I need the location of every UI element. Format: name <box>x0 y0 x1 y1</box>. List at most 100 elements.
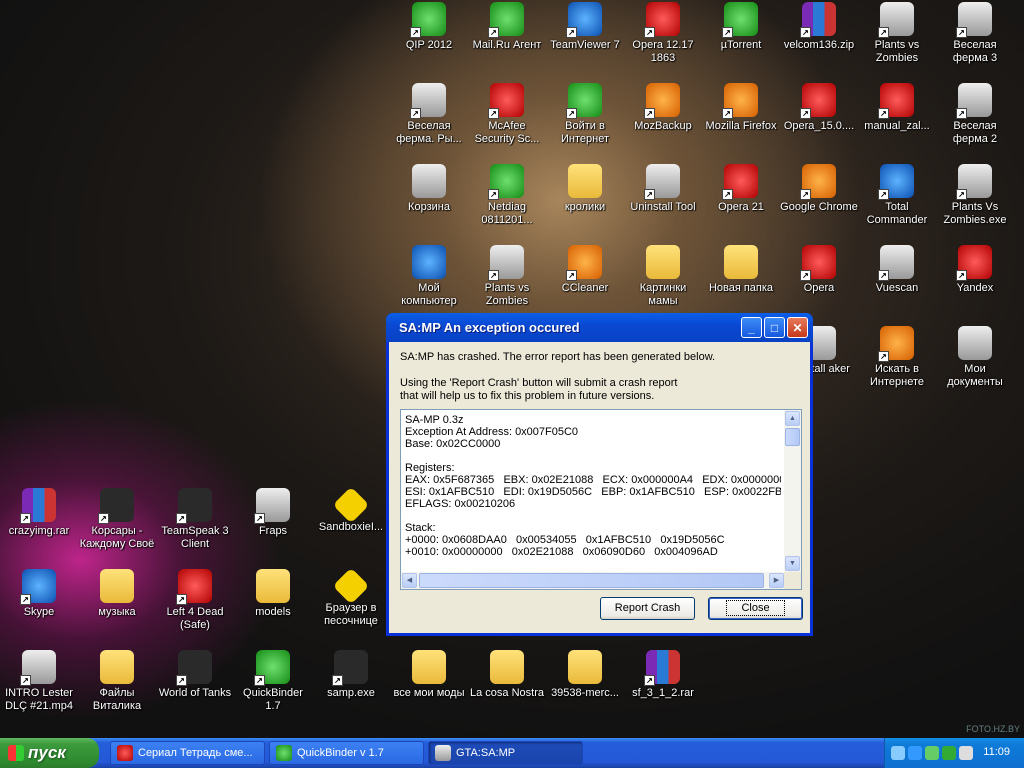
desktop-icon[interactable]: все мои моды <box>390 650 468 700</box>
desktop-icon[interactable]: ↗ manual_zal... <box>858 83 936 133</box>
dialog-titlebar[interactable]: SA:MP An exception occured _ □ ✕ <box>386 313 813 342</box>
desktop-icon[interactable]: ↗ Веселая ферма 2 <box>936 83 1014 146</box>
report-crash-button[interactable]: Report Crash <box>600 597 695 620</box>
volume-tray-icon[interactable] <box>959 746 973 760</box>
sandboxie-icon <box>332 567 370 605</box>
desktop-icon[interactable]: ↗ Веселая ферма 3 <box>936 2 1014 65</box>
vertical-scrollbar[interactable]: ▲ ▼ <box>784 410 801 572</box>
desktop-icon[interactable]: ↗ TeamSpeak 3 Client <box>156 488 234 551</box>
desktop-icon[interactable]: ↗ velcom136.zip <box>780 2 858 52</box>
desktop-icon[interactable]: ↗ CCleaner <box>546 245 624 295</box>
desktop-icon[interactable]: ↗ Google Chrome <box>780 164 858 214</box>
desktop-icon[interactable]: ↗ µTorrent <box>702 2 780 52</box>
scroll-up-icon[interactable]: ▲ <box>785 411 800 426</box>
samp-icon: ↗ <box>332 650 368 686</box>
desktop-icon[interactable]: Мой компьютер <box>390 245 468 308</box>
scroll-left-icon[interactable]: ◀ <box>402 573 417 588</box>
close-button-label: Close <box>726 600 785 616</box>
desktop-icon[interactable]: ↗ Uninstall Tool <box>624 164 702 214</box>
network-tray-icon[interactable] <box>925 746 939 760</box>
desktop-icon[interactable]: Браузер в песочнице <box>312 567 390 628</box>
desktop-icon[interactable]: models <box>234 569 312 619</box>
close-window-button[interactable]: ✕ <box>787 317 808 338</box>
desktop-icon-label: Opera 12.17 1863 <box>632 39 694 64</box>
desktop-icon[interactable]: Файлы Виталика <box>78 650 156 713</box>
desktop-icon[interactable]: ↗ Skype <box>0 569 78 619</box>
desktop-icon[interactable]: ↗ QIP 2012 <box>390 2 468 52</box>
desktop-icon[interactable]: кролики <box>546 164 624 214</box>
desktop-icon[interactable]: ↗ Plants Vs Zombies.exe <box>936 164 1014 227</box>
desktop-icon[interactable]: ↗ Искать в Интернете <box>858 326 936 389</box>
maximize-button[interactable]: □ <box>764 317 785 338</box>
desktop-icon[interactable]: ↗ World of Tanks <box>156 650 234 700</box>
shortcut-arrow-icon: ↗ <box>878 27 889 38</box>
desktop-icon-label: Netdiag 0811201... <box>481 201 533 226</box>
winrar-icon: ↗ <box>800 2 836 38</box>
shortcut-arrow-icon: ↗ <box>488 108 499 119</box>
desktop-icon[interactable]: ↗ Plants vs Zombies <box>858 2 936 65</box>
opera-icon: ↗ <box>644 2 680 38</box>
desktop-icon[interactable]: Новая папка <box>702 245 780 295</box>
desktop-icon[interactable]: ↗ Total Commander <box>858 164 936 227</box>
desktop-icon[interactable]: ↗ Корсары - Каждому Своё <box>78 488 156 551</box>
shortcut-arrow-icon: ↗ <box>722 108 733 119</box>
scroll-right-icon[interactable]: ▶ <box>769 573 784 588</box>
desktop-icon[interactable]: ↗ Mail.Ru Агент <box>468 2 546 52</box>
fraps-icon: ↗ <box>254 488 290 524</box>
desktop-icon[interactable]: Мои документы <box>936 326 1014 389</box>
skype-tray-icon[interactable] <box>908 746 922 760</box>
shortcut-arrow-icon: ↗ <box>878 189 889 200</box>
error-report-textbox[interactable]: SA-MP 0.3z Exception At Address: 0x007F0… <box>400 409 802 590</box>
plants-icon: ↗ <box>956 164 992 200</box>
desktop-icon[interactable]: ↗ samp.exe <box>312 650 390 700</box>
task-gta-samp[interactable]: GTA:SA:MP <box>428 741 583 765</box>
desktop-icon[interactable]: ↗ Opera 12.17 1863 <box>624 2 702 65</box>
desktop-icon[interactable]: La cosa Nostra <box>468 650 546 700</box>
expand-tray-icon[interactable] <box>891 746 905 760</box>
desktop-icon[interactable]: ↗ Plants vs Zombies <box>468 245 546 308</box>
desktop-icon[interactable]: ↗ Yandex <box>936 245 1014 295</box>
shortcut-arrow-icon: ↗ <box>956 270 967 281</box>
desktop-icon[interactable]: 39538-merc... <box>546 650 624 700</box>
desktop-icon[interactable]: ↗ Vuescan <box>858 245 936 295</box>
task-label: QuickBinder v 1.7 <box>297 747 384 759</box>
app-tray-icon[interactable] <box>942 746 956 760</box>
close-button[interactable]: Close <box>708 597 803 620</box>
desktop-icon[interactable]: Корзина <box>390 164 468 214</box>
desktop-icon[interactable]: ↗ Веселая ферма. Ры... <box>390 83 468 146</box>
desktop-icon[interactable]: ↗ Opera <box>780 245 858 295</box>
desktop-icon-label: Mozilla Firefox <box>705 120 777 132</box>
uninstall-icon: ↗ <box>644 164 680 200</box>
desktop-icon[interactable]: ↗ Netdiag 0811201... <box>468 164 546 227</box>
desktop-icon[interactable]: ↗ Opera_15.0.... <box>780 83 858 133</box>
shortcut-arrow-icon: ↗ <box>254 513 265 524</box>
desktop-icon[interactable]: ↗ Войти в Интернет <box>546 83 624 146</box>
desktop-icon[interactable]: музыка <box>78 569 156 619</box>
task-opera-browser[interactable]: Сериал Тетрадь сме... <box>110 741 265 765</box>
minimize-button[interactable]: _ <box>741 317 762 338</box>
desktop-icon[interactable]: Картинки мамы <box>624 245 702 308</box>
horizontal-scrollbar[interactable]: ◀ ▶ <box>401 572 785 589</box>
desktop-icon[interactable]: ↗ Opera 21 <box>702 164 780 214</box>
desktop-icon[interactable]: ↗ Left 4 Dead (Safe) <box>156 569 234 632</box>
desktop-icon[interactable]: ↗ sf_3_1_2.rar <box>624 650 702 700</box>
desktop-icon[interactable]: ↗ Fraps <box>234 488 312 538</box>
desktop-icon[interactable]: ↗ MozBackup <box>624 83 702 133</box>
task-quickbinder[interactable]: QuickBinder v 1.7 <box>269 741 424 765</box>
vertical-scroll-thumb[interactable] <box>785 428 800 446</box>
desktop-icon-label: Uninstall Tool <box>630 201 696 213</box>
wot-icon: ↗ <box>176 650 212 686</box>
shortcut-arrow-icon: ↗ <box>566 108 577 119</box>
folder-icon <box>412 650 446 684</box>
scroll-down-icon[interactable]: ▼ <box>785 556 800 571</box>
desktop-icon[interactable]: ↗ crazyimg.rar <box>0 488 78 538</box>
horizontal-scroll-thumb[interactable] <box>419 573 764 588</box>
desktop-icon[interactable]: ↗ Mozilla Firefox <box>702 83 780 133</box>
desktop-icon[interactable]: SandboxieI... <box>312 486 390 534</box>
desktop-icon[interactable]: ↗ QuickBinder 1.7 <box>234 650 312 713</box>
desktop-icon-label: QIP 2012 <box>405 39 453 51</box>
desktop-icon[interactable]: ↗ TeamViewer 7 <box>546 2 624 52</box>
desktop-icon[interactable]: ↗ McAfee Security Sc... <box>468 83 546 146</box>
desktop-icon[interactable]: ↗ INTRO Lester DLÇ #21.mp4 <box>0 650 78 713</box>
start-button[interactable]: пуск <box>0 738 99 768</box>
